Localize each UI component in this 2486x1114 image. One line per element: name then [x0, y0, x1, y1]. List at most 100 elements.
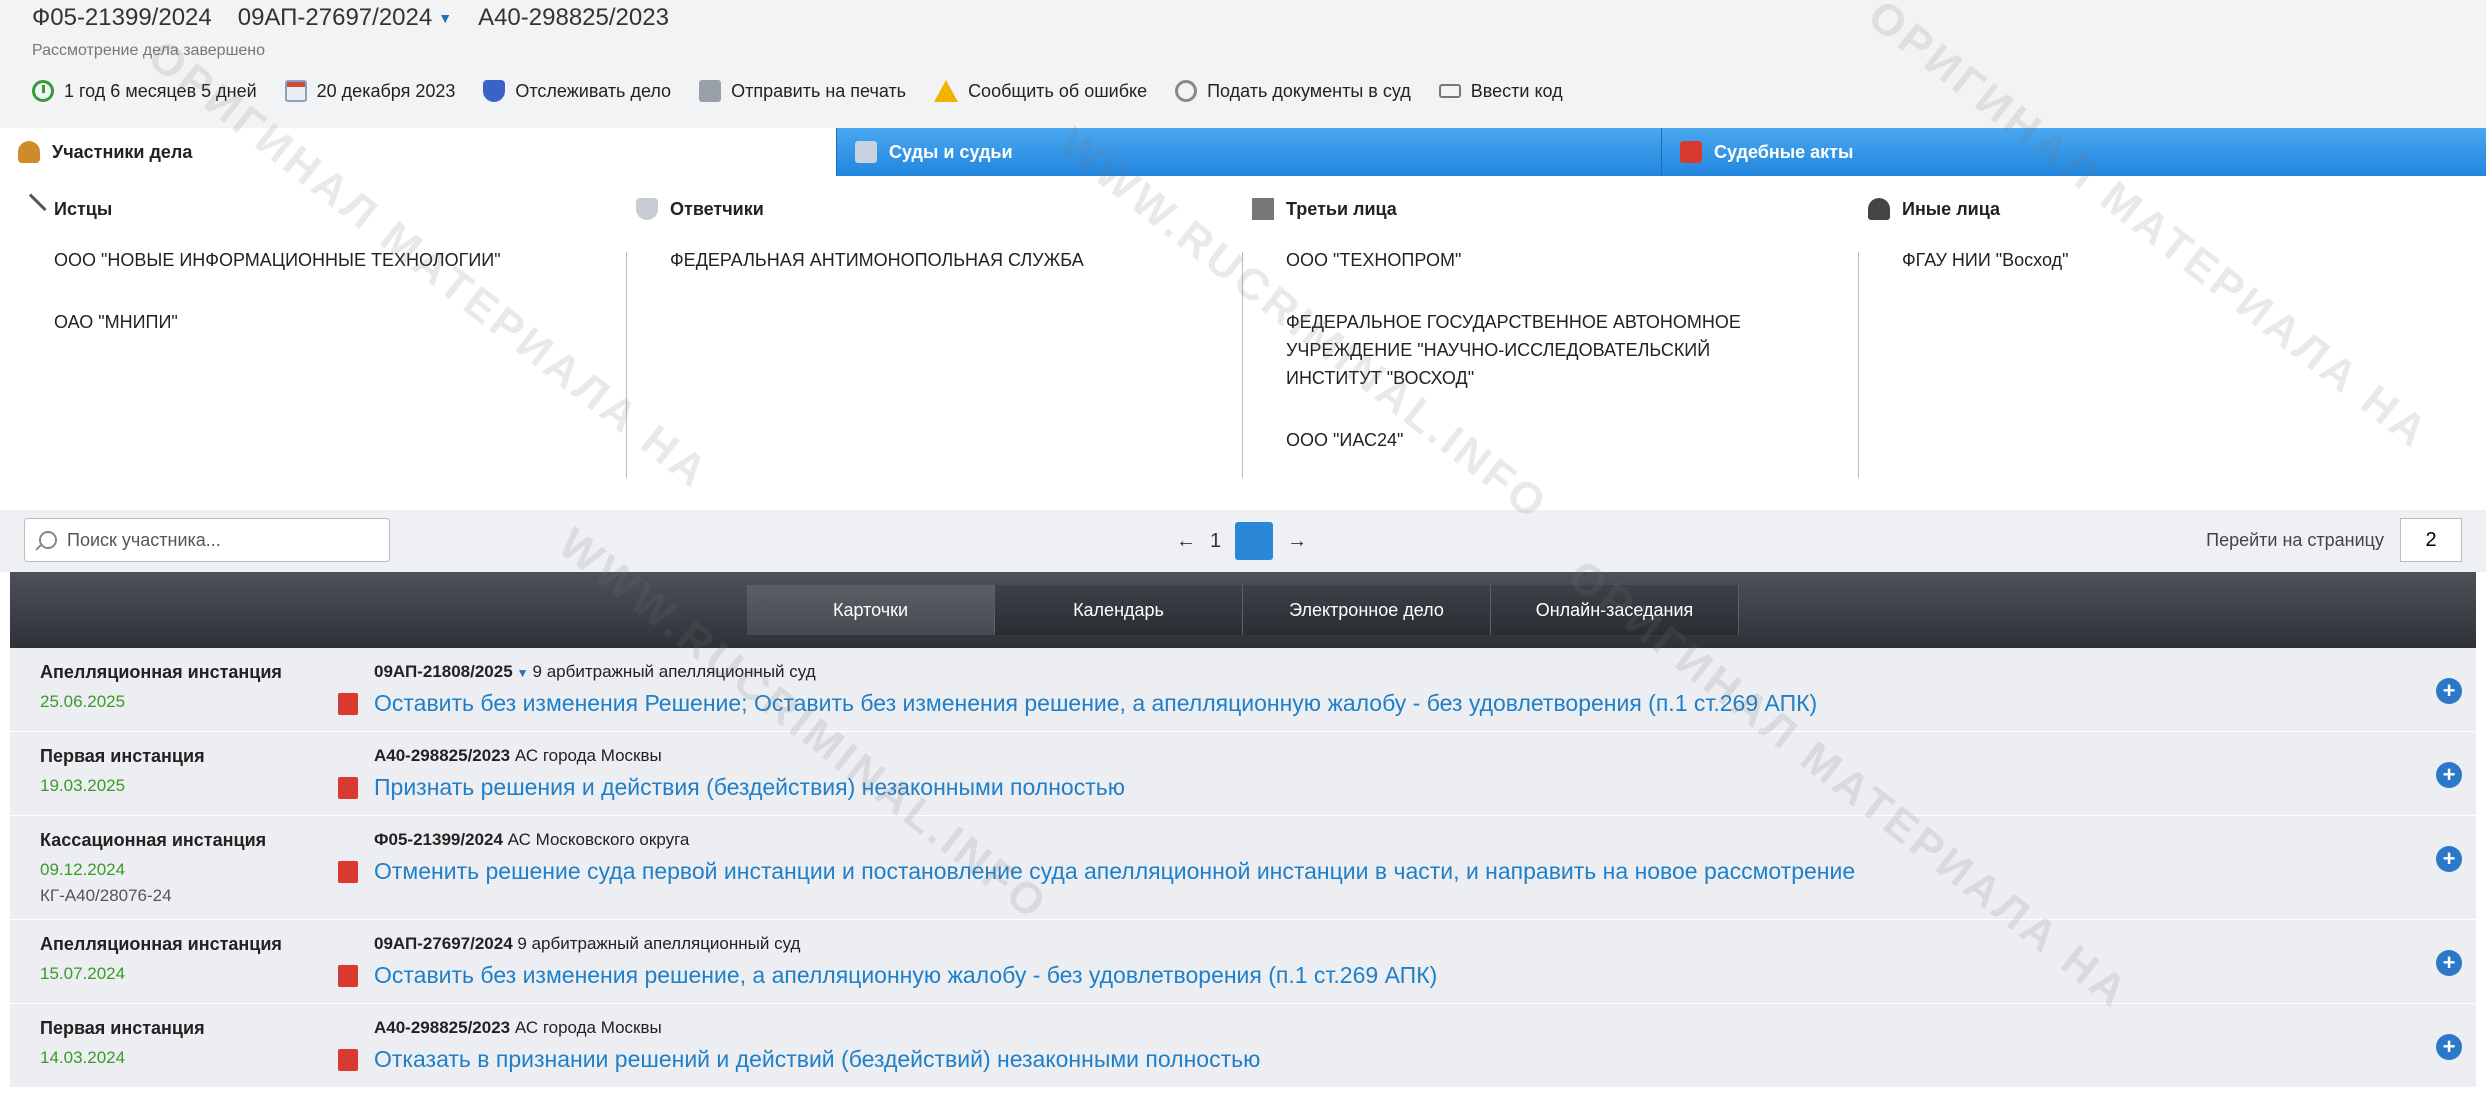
tab-participants[interactable]: Участники дела [0, 128, 836, 176]
case-number-link[interactable]: А40-298825/2023 [374, 746, 510, 765]
case-date: 15.07.2024 [40, 964, 126, 983]
case-date: 14.03.2024 [40, 1048, 126, 1067]
report-error-button[interactable]: Сообщить об ошибке [934, 80, 1147, 102]
building-icon [1252, 198, 1274, 220]
case-number: А40-298825/2023 АС города Москвы [374, 1018, 662, 1038]
print-button[interactable]: Отправить на печать [699, 80, 906, 102]
case-date: 25.06.2025 [40, 692, 126, 711]
third-parties-column: Третьи лица ООО "ТЕХНОПРОМ" ФЕДЕРАЛЬНОЕ … [1232, 176, 1848, 510]
instance-label: Кассационная инстанция [40, 830, 267, 850]
goto-page-input[interactable] [2400, 518, 2462, 562]
case-row: Кассационная инстанция 09.12.2024 КГ-А40… [10, 816, 2476, 920]
decision-link[interactable]: Оставить без изменения Решение; Оставить… [374, 690, 1817, 717]
tab-acts[interactable]: Судебные акты [1661, 128, 2486, 176]
calendar-item[interactable]: 20 декабря 2023 [284, 80, 455, 102]
decision-link[interactable]: Отказать в признании решений и действий … [374, 1046, 1260, 1073]
case-numbers: Ф05-21399/2024 09АП-27697/2024 ▼ А40-298… [32, 4, 695, 32]
tab-courts[interactable]: Суды и судьи [836, 128, 1661, 176]
swords-icon [15, 193, 47, 225]
expand-plus-icon[interactable]: + [2436, 678, 2462, 704]
court-name: АС Московского округа [507, 830, 690, 849]
search-bar: ← 1 → Перейти на страницу [0, 510, 2486, 572]
case-number: Ф05-21399/2024 АС Московского округа [374, 830, 689, 850]
participant-name[interactable]: ООО "НОВЫЕ ИНФОРМАЦИОННЫЕ ТЕХНОЛОГИИ" [54, 246, 554, 274]
pdf-icon[interactable] [338, 692, 358, 715]
decision-link[interactable]: Отменить решение суда первой инстанции и… [374, 858, 1855, 885]
toolbar: 1 год 6 месяцев 5 дней 20 декабря 2023 О… [32, 80, 1591, 102]
participant-name[interactable]: ООО "ИАС24" [1286, 426, 1786, 454]
case-row: Апелляционная инстанция 15.07.2024 09АП-… [10, 920, 2476, 1004]
next-page-arrow[interactable]: → [1287, 530, 1307, 553]
decision-link[interactable]: Оставить без изменения решение, а апелля… [374, 962, 1437, 989]
case-row: Первая инстанция 14.03.2024 А40-298825/2… [10, 1004, 2476, 1088]
nav-cards[interactable]: Карточки [747, 585, 995, 635]
submit-documents-button[interactable]: Подать документы в суд [1175, 80, 1411, 102]
case-date: 19.03.2025 [40, 776, 126, 795]
track-case-button[interactable]: Отслеживать дело [483, 80, 671, 102]
participant-name[interactable]: ФГАУ НИИ "Восход" [1902, 246, 2402, 274]
participant-name[interactable]: ОАО "МНИПИ" [54, 308, 554, 336]
users-icon [18, 141, 40, 163]
decision: Оставить без изменения Решение; Оставить… [338, 690, 1817, 717]
expand-plus-icon[interactable]: + [2436, 1034, 2462, 1060]
case-row: Апелляционная инстанция 25.06.2025 09АП-… [10, 648, 2476, 732]
shield-icon [483, 80, 506, 102]
court-name: АС города Москвы [514, 1018, 662, 1037]
nav-electronic-case[interactable]: Электронное дело [1243, 585, 1491, 635]
decision-link[interactable]: Признать решения и действия (бездействия… [374, 774, 1125, 801]
case-number-link[interactable]: 09АП-27697/2024 [374, 934, 513, 953]
court-name: АС города Москвы [514, 746, 662, 765]
goto-label: Перейти на страницу [2206, 529, 2384, 550]
third-parties-title: Третьи лица [1286, 198, 1397, 219]
instance-label: Апелляционная инстанция [40, 934, 282, 954]
participants-panel: Истцы ООО "НОВЫЕ ИНФОРМАЦИОННЫЕ ТЕХНОЛОГ… [0, 176, 2486, 510]
expand-plus-icon[interactable]: + [2436, 950, 2462, 976]
search-input[interactable] [67, 529, 367, 551]
bank-icon [855, 141, 877, 163]
current-page[interactable]: 1 [1210, 530, 1221, 553]
search-box [24, 518, 390, 562]
case-number-cassation[interactable]: Ф05-21399/2024 [32, 4, 212, 32]
case-number-first[interactable]: А40-298825/2023 [478, 4, 669, 32]
participant-name[interactable]: ООО "ТЕХНОПРОМ" [1286, 246, 1786, 274]
case-number-appeal[interactable]: 09АП-27697/2024 [238, 4, 432, 32]
pin-icon[interactable] [1235, 522, 1274, 560]
pdf-icon[interactable] [338, 860, 358, 883]
nav-calendar[interactable]: Календарь [995, 585, 1243, 635]
search-icon [39, 531, 57, 549]
plaintiffs-title: Истцы [54, 198, 113, 219]
nav-online-sessions[interactable]: Онлайн-заседания [1491, 585, 1739, 635]
chevron-down-icon[interactable]: ▼ [517, 666, 529, 680]
prev-page-arrow[interactable]: ← [1176, 530, 1196, 553]
goto-page: Перейти на страницу [2206, 518, 2462, 562]
pdf-icon[interactable] [338, 964, 358, 987]
case-date: 09.12.2024 [40, 860, 126, 879]
participant-name[interactable]: ФЕДЕРАЛЬНОЕ ГОСУДАРСТВЕННОЕ АВТОНОМНОЕ У… [1286, 308, 1786, 392]
case-number-link[interactable]: А40-298825/2023 [374, 1018, 510, 1037]
defendants-column: Ответчики ФЕДЕРАЛЬНАЯ АНТИМОНОПОЛЬНАЯ СЛ… [616, 176, 1232, 510]
case-row: Первая инстанция 19.03.2025 А40-298825/2… [10, 732, 2476, 816]
case-status: Рассмотрение дела завершено [32, 42, 266, 59]
calendar-icon [284, 80, 307, 102]
instance-label: Первая инстанция [40, 1018, 205, 1038]
decision: Отменить решение суда первой инстанции и… [338, 858, 1855, 885]
instance-label: Апелляционная инстанция [40, 662, 282, 682]
case-number: 09АП-21808/2025 ▼ 9 арбитражный апелляцион… [374, 662, 816, 682]
participant-name[interactable]: ФЕДЕРАЛЬНАЯ АНТИМОНОПОЛЬНАЯ СЛУЖБА [670, 246, 1170, 274]
expand-plus-icon[interactable]: + [2436, 846, 2462, 872]
case-number-link[interactable]: Ф05-21399/2024 [374, 830, 503, 849]
view-nav-group: Карточки Календарь Электронное дело Онла… [747, 585, 1739, 635]
shield-icon [636, 198, 658, 220]
plaintiffs-column: Истцы ООО "НОВЫЕ ИНФОРМАЦИОННЫЕ ТЕХНОЛОГ… [0, 176, 616, 510]
printer-icon [699, 80, 722, 102]
expand-plus-icon[interactable]: + [2436, 762, 2462, 788]
chevron-down-icon[interactable]: ▼ [438, 10, 452, 26]
instance-label: Первая инстанция [40, 746, 205, 766]
enter-code-button[interactable]: Ввести код [1438, 81, 1563, 102]
decision: Оставить без изменения решение, а апелля… [338, 962, 1437, 989]
decision: Признать решения и действия (бездействия… [338, 774, 1125, 801]
pdf-icon[interactable] [338, 776, 358, 799]
case-list: Апелляционная инстанция 25.06.2025 09АП-… [10, 648, 2476, 1088]
pdf-icon[interactable] [338, 1048, 358, 1071]
case-number-link[interactable]: 09АП-21808/2025 [374, 662, 513, 681]
